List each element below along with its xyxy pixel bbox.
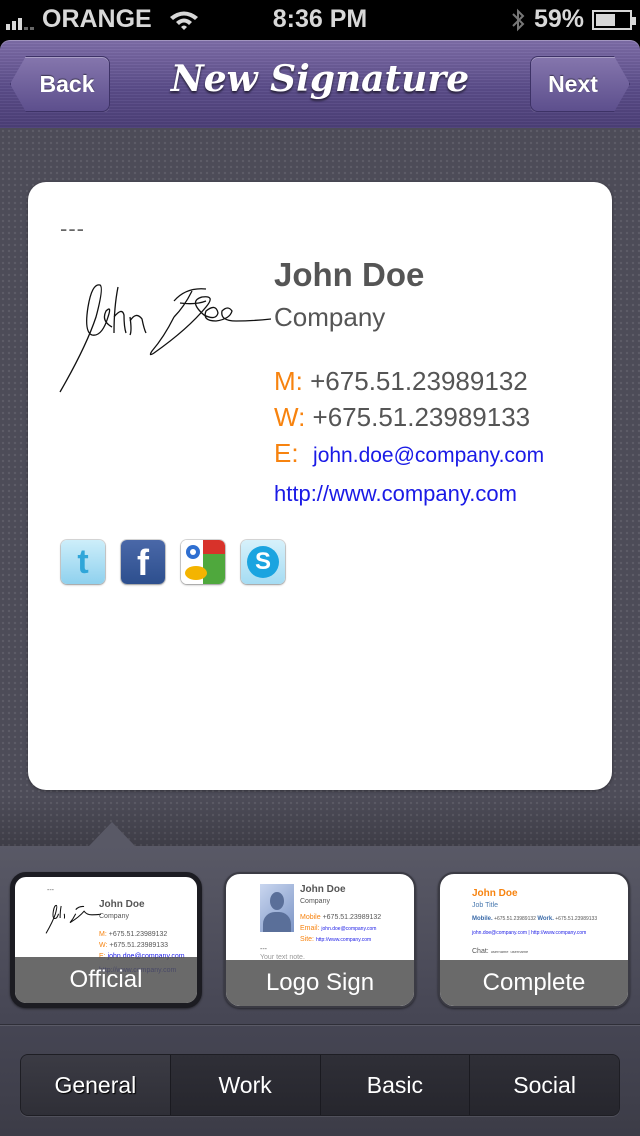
email-link[interactable]: john.doe@company.com (313, 444, 544, 467)
template-label: Logo Sign (226, 960, 414, 1006)
template-complete[interactable]: John Doe Job Title Mobile. +675.51.23989… (438, 872, 630, 1008)
tab-basic[interactable]: Basic (319, 1055, 470, 1115)
contact-name: John Doe (274, 256, 425, 293)
email-label: E: (274, 438, 299, 468)
handwritten-signature (59, 284, 271, 393)
tab-work[interactable]: Work (169, 1055, 320, 1115)
bluetooth-icon (512, 8, 525, 31)
tab-general[interactable]: General (21, 1055, 170, 1115)
google-icon[interactable] (181, 540, 225, 584)
mobile-number: +675.51.23989132 (310, 366, 528, 396)
template-logo-sign[interactable]: John Doe Company Mobile +675.51.23989132… (224, 872, 416, 1008)
website-link[interactable]: http://www.company.com (274, 481, 544, 507)
facebook-icon[interactable]: f (121, 540, 165, 584)
template-label: Complete (440, 960, 628, 1006)
template-panel: --- John Doe Company M: +675.51.23989132… (0, 846, 640, 1136)
divider (0, 1024, 640, 1026)
battery-icon (592, 9, 636, 30)
navigation-bar: Back New Signature Next (0, 40, 640, 128)
mobile-row: M: +675.51.23989132 (274, 363, 544, 399)
email-row: E: john.doe@company.com (274, 435, 544, 471)
template-list: --- John Doe Company M: +675.51.23989132… (10, 872, 630, 1008)
status-bar: ORANGE 8:36 PM 59% (0, 0, 640, 40)
company-name: Company (274, 302, 386, 332)
work-label: W: (274, 402, 306, 432)
next-button[interactable]: Next (530, 56, 630, 112)
tab-social[interactable]: Social (469, 1055, 619, 1115)
social-icons: t f S (61, 540, 285, 584)
signature-preview-card: --- John Doe Company M: +675.51.23989132… (28, 182, 612, 790)
mobile-label: M: (274, 366, 303, 396)
separator: --- (60, 216, 85, 241)
battery-percent: 59% (533, 5, 584, 33)
template-official[interactable]: --- John Doe Company M: +675.51.23989132… (10, 872, 202, 1008)
category-tabs: General Work Basic Social (20, 1054, 620, 1116)
template-label: Official (15, 957, 197, 1003)
twitter-icon[interactable]: t (61, 540, 105, 584)
avatar-placeholder (260, 884, 294, 932)
content-area: --- John Doe Company M: +675.51.23989132… (0, 128, 640, 846)
skype-icon[interactable]: S (241, 540, 285, 584)
work-number: +675.51.23989133 (312, 402, 531, 432)
work-row: W: +675.51.23989133 (274, 399, 544, 435)
